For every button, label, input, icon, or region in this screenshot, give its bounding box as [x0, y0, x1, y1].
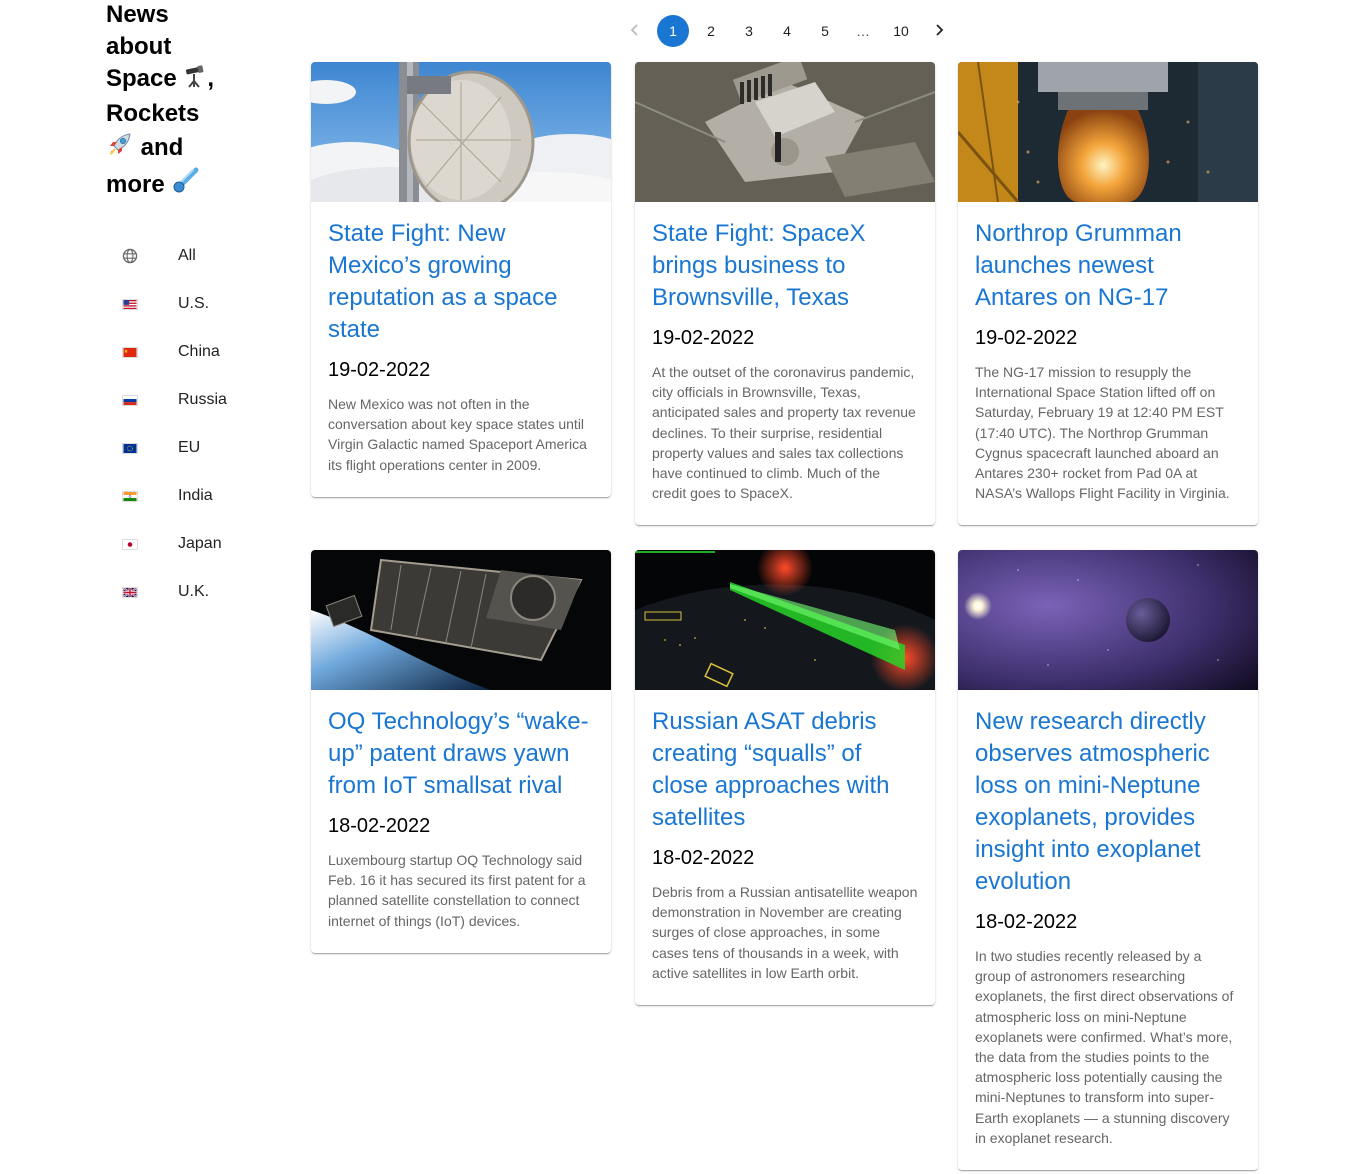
- nav-item-label: China: [178, 343, 220, 360]
- article-card-body: New research directly observes atmospher…: [958, 690, 1258, 1170]
- article-card-body: OQ Technology’s “wake-up” patent draws y…: [311, 690, 611, 953]
- article-date: 19-02-2022: [328, 359, 431, 381]
- debris-visualization-image[interactable]: [635, 550, 935, 690]
- flag-china-icon: [122, 346, 138, 358]
- page-button-2[interactable]: 2: [695, 15, 727, 47]
- article-title[interactable]: Northrop Grumman launches newest Antares…: [975, 218, 1241, 314]
- article-summary: Luxembourg startup OQ Technology said Fe…: [328, 852, 586, 929]
- article-summary: The NG-17 mission to resupply the Intern…: [975, 364, 1230, 502]
- nav-item-label: U.K.: [178, 583, 210, 600]
- nav-item-eu[interactable]: EU: [106, 424, 256, 472]
- next-page-button[interactable]: [923, 15, 955, 47]
- article-title[interactable]: Russian ASAT debris creating “squalls” o…: [652, 706, 918, 834]
- site-title-part-1: News about Space: [106, 1, 177, 92]
- article-title[interactable]: New research directly observes atmospher…: [975, 706, 1241, 898]
- article-summary: Debris from a Russian antisatellite weap…: [652, 884, 918, 981]
- article-summary: In two studies recently released by a gr…: [975, 948, 1234, 1146]
- article-date: 18-02-2022: [328, 815, 431, 837]
- article-card-body: State Fight: SpaceX brings business to B…: [635, 202, 935, 525]
- article-date: 18-02-2022: [652, 847, 755, 869]
- rocket-engine-plume-image[interactable]: [958, 62, 1258, 202]
- nav-item-label: Russia: [178, 391, 227, 408]
- aerial-launch-site-image[interactable]: [635, 62, 935, 202]
- country-nav: All U.S. China Russia EU India Japan U.K…: [106, 232, 256, 616]
- globe-icon: [122, 245, 138, 267]
- article-card[interactable]: OQ Technology’s “wake-up” patent draws y…: [311, 550, 611, 953]
- page-button-5[interactable]: 5: [809, 15, 841, 47]
- nav-item-russia[interactable]: Russia: [106, 376, 256, 424]
- pagination: 1 2 3 4 5 … 10: [616, 15, 958, 47]
- nav-item-label: India: [178, 487, 213, 504]
- article-date: 19-02-2022: [652, 327, 755, 349]
- nav-item-label: EU: [178, 439, 201, 456]
- nav-item-all[interactable]: All: [106, 232, 256, 280]
- antenna-dish-sky-image[interactable]: [311, 62, 611, 202]
- article-summary: At the outset of the coronavirus pandemi…: [652, 364, 916, 502]
- article-date: 18-02-2022: [975, 911, 1078, 933]
- article-title[interactable]: State Fight: SpaceX brings business to B…: [652, 218, 918, 314]
- nav-item-china[interactable]: China: [106, 328, 256, 376]
- article-card[interactable]: New research directly observes atmospher…: [958, 550, 1258, 1171]
- nav-item-label: U.S.: [178, 295, 210, 312]
- article-card[interactable]: State Fight: New Mexico’s growing reputa…: [311, 62, 611, 497]
- flag-us-icon: [122, 298, 138, 310]
- chevron-left-icon: [628, 23, 642, 40]
- article-card-body: State Fight: New Mexico’s growing reputa…: [311, 202, 611, 497]
- comet-icon: [171, 167, 199, 204]
- chevron-right-icon: [932, 23, 946, 40]
- article-summary: New Mexico was not often in the conversa…: [328, 396, 587, 473]
- nav-item-japan[interactable]: Japan: [106, 520, 256, 568]
- page-button-last[interactable]: 10: [885, 15, 917, 47]
- flag-japan-icon: [122, 538, 138, 550]
- flag-india-icon: [122, 490, 138, 502]
- sidebar: News about Space , Rockets and more All …: [106, 0, 256, 632]
- telescope-icon: [183, 65, 207, 98]
- article-title[interactable]: OQ Technology’s “wake-up” patent draws y…: [328, 706, 594, 802]
- nav-item-label: Japan: [178, 535, 222, 552]
- nav-item-india[interactable]: India: [106, 472, 256, 520]
- page-button-4[interactable]: 4: [771, 15, 803, 47]
- article-card-body: Russian ASAT debris creating “squalls” o…: [635, 690, 935, 1005]
- article-card[interactable]: Russian ASAT debris creating “squalls” o…: [635, 550, 935, 1006]
- cubesat-orbit-image[interactable]: [311, 550, 611, 690]
- site-title: News about Space , Rockets and more: [106, 0, 231, 204]
- article-card[interactable]: State Fight: SpaceX brings business to B…: [635, 62, 935, 526]
- article-card[interactable]: Northrop Grumman launches newest Antares…: [958, 62, 1258, 526]
- flag-russia-icon: [122, 394, 138, 406]
- nav-item-uk[interactable]: U.K.: [106, 568, 256, 616]
- previous-page-button[interactable]: [619, 15, 651, 47]
- rocket-icon: [106, 130, 134, 167]
- pagination-ellipsis: …: [856, 23, 870, 39]
- article-date: 19-02-2022: [975, 327, 1078, 349]
- nav-item-label: All: [178, 247, 196, 264]
- page-button-3[interactable]: 3: [733, 15, 765, 47]
- article-card-body: Northrop Grumman launches newest Antares…: [958, 202, 1258, 525]
- article-title[interactable]: State Fight: New Mexico’s growing reputa…: [328, 218, 594, 346]
- nav-item-us[interactable]: U.S.: [106, 280, 256, 328]
- flag-eu-icon: [122, 442, 138, 454]
- page-button-1[interactable]: 1: [657, 15, 689, 47]
- flag-uk-icon: [122, 586, 138, 598]
- exoplanet-star-image[interactable]: [958, 550, 1258, 690]
